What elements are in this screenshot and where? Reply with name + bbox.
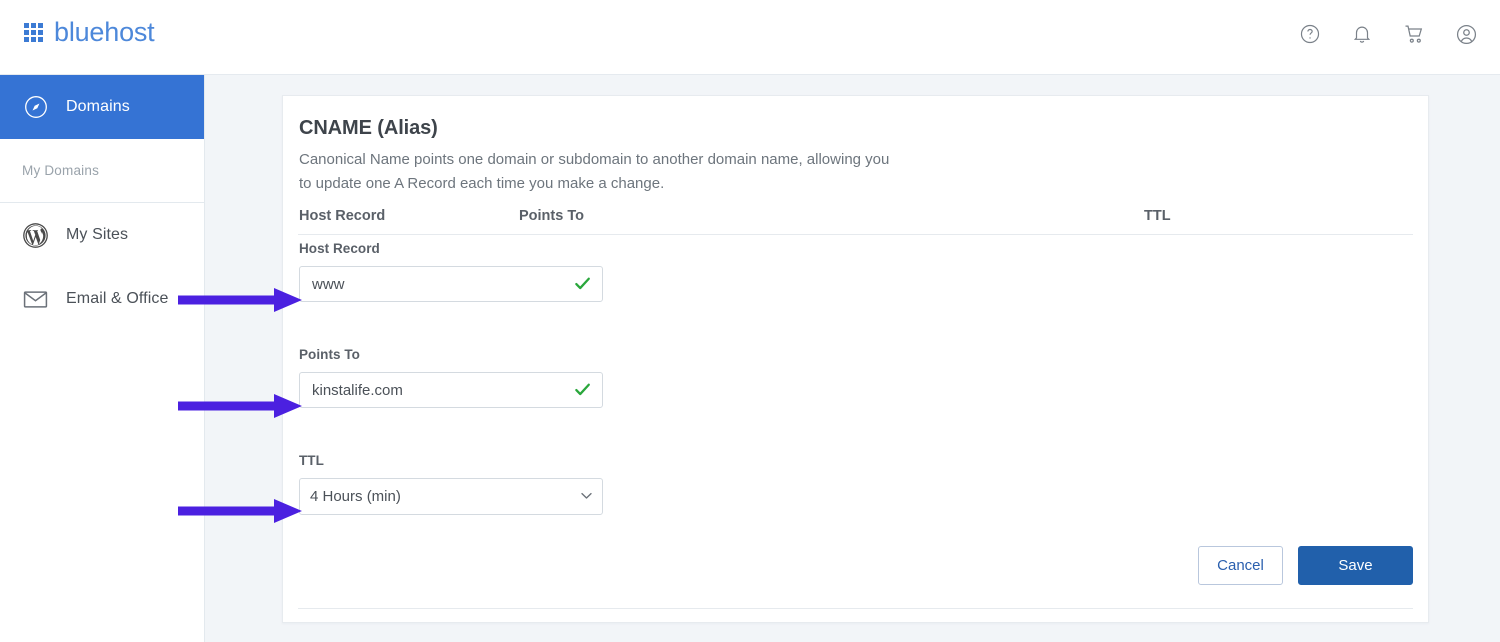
- sidebar-subitem-label: My Domains: [22, 163, 99, 178]
- ttl-label: TTL: [299, 453, 603, 468]
- sidebar-item-label: Domains: [66, 98, 130, 116]
- column-header-ttl: TTL: [1144, 208, 1171, 224]
- wordpress-icon: [22, 222, 49, 249]
- top-bar-icons: [1298, 22, 1478, 46]
- form-actions: Cancel Save: [1198, 546, 1413, 585]
- sidebar-item-my-sites[interactable]: My Sites: [0, 203, 204, 267]
- grid-icon: [24, 23, 43, 42]
- top-bar: bluehost: [0, 0, 1500, 75]
- points-to-input[interactable]: [299, 372, 603, 408]
- field-host-record: Host Record: [299, 241, 603, 302]
- cancel-button[interactable]: Cancel: [1198, 546, 1283, 585]
- host-record-label: Host Record: [299, 241, 603, 256]
- host-record-input-wrap: [299, 266, 603, 302]
- sidebar-item-email-office[interactable]: Email & Office: [0, 267, 204, 331]
- field-points-to: Points To: [299, 347, 603, 408]
- save-button[interactable]: Save: [1298, 546, 1413, 585]
- host-record-input[interactable]: [299, 266, 603, 302]
- help-icon[interactable]: [1298, 22, 1322, 46]
- ttl-select[interactable]: 4 Hours (min)1 Hour8 Hours12 Hours1 Day: [299, 478, 603, 515]
- sidebar-item-label: Email & Office: [66, 290, 168, 308]
- page-title: CNAME (Alias): [299, 117, 438, 140]
- field-ttl: TTL 4 Hours (min)1 Hour8 Hours12 Hours1 …: [299, 453, 603, 515]
- envelope-icon: [22, 286, 49, 313]
- points-to-input-wrap: [299, 372, 603, 408]
- points-to-label: Points To: [299, 347, 603, 362]
- compass-icon: [22, 94, 49, 121]
- column-header-points-to: Points To: [519, 208, 584, 224]
- notifications-icon[interactable]: [1350, 22, 1374, 46]
- header-divider: [298, 234, 1413, 235]
- sidebar-item-label: My Sites: [66, 226, 128, 244]
- brand-name: bluehost: [54, 19, 154, 46]
- sidebar-item-my-domains[interactable]: My Domains: [0, 139, 204, 203]
- cname-record-card: CNAME (Alias) Canonical Name points one …: [282, 95, 1429, 623]
- sidebar-item-domains[interactable]: Domains: [0, 75, 204, 139]
- ttl-select-wrap: 4 Hours (min)1 Hour8 Hours12 Hours1 Day: [299, 478, 603, 515]
- brand-logo[interactable]: bluehost: [24, 19, 154, 46]
- column-header-host-record: Host Record: [299, 208, 385, 224]
- card-description: Canonical Name points one domain or subd…: [299, 148, 899, 196]
- account-icon[interactable]: [1454, 22, 1478, 46]
- footer-divider: [298, 608, 1413, 609]
- app-root: bluehost: [0, 0, 1500, 642]
- cart-icon[interactable]: [1402, 22, 1426, 46]
- sidebar: Domains My Domains My Sites Em: [0, 75, 205, 642]
